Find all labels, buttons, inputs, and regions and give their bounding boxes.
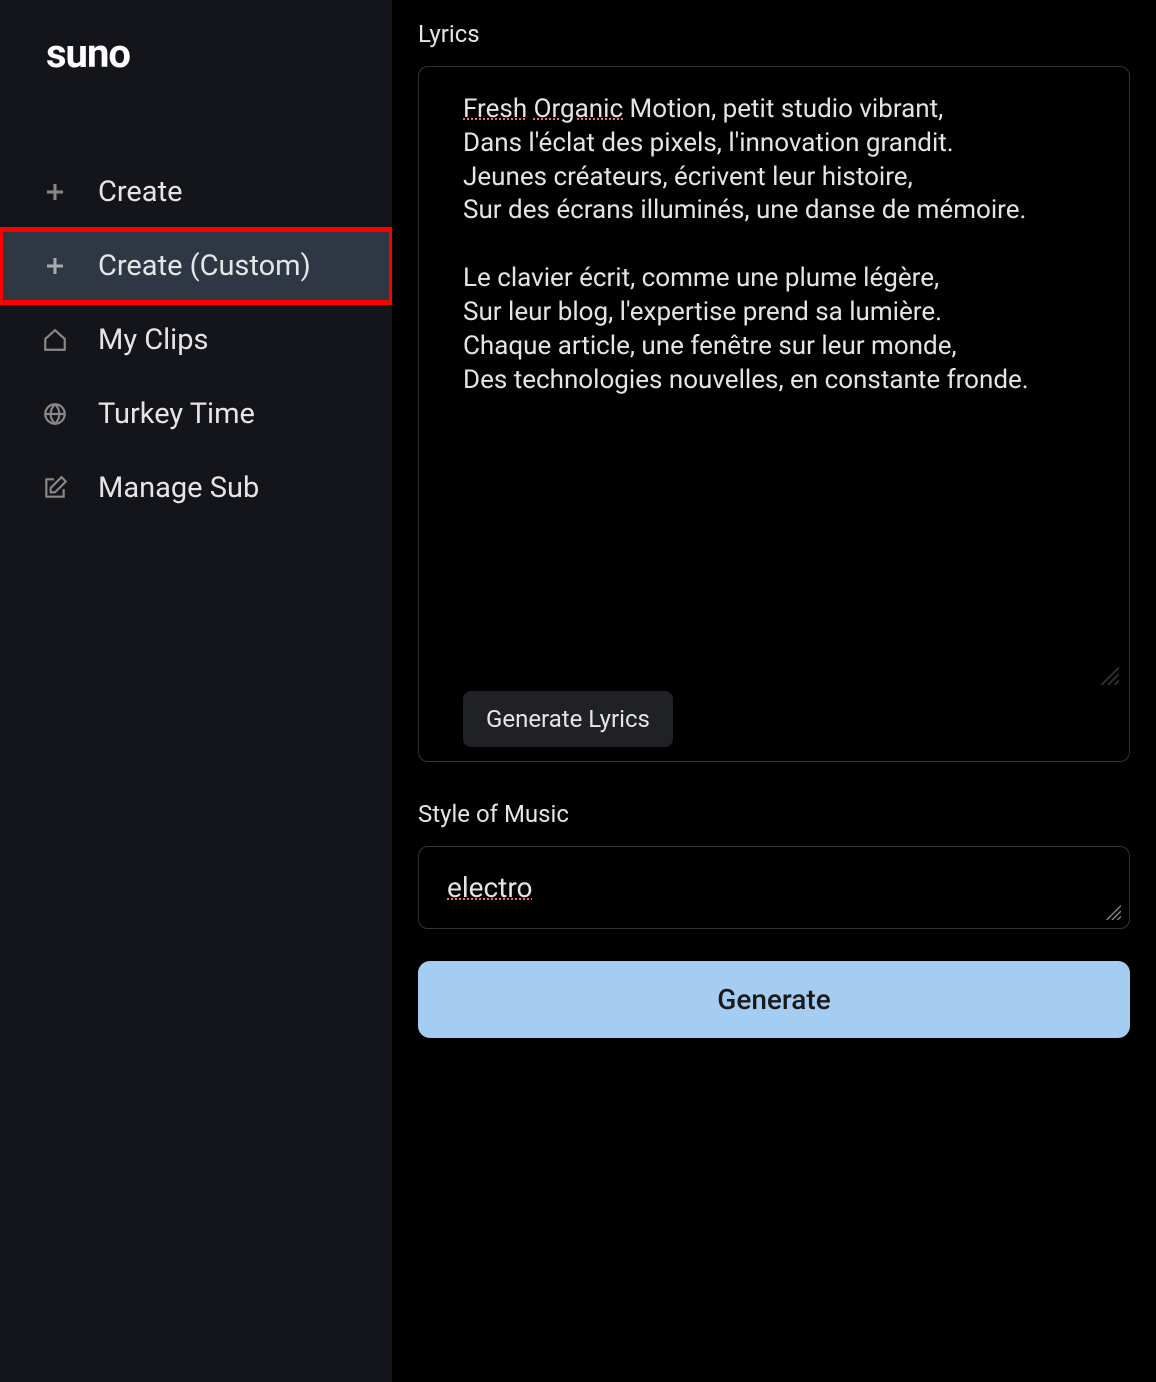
lyrics-box: Fresh Organic Motion, petit studio vibra… [418, 66, 1130, 762]
edit-icon [40, 473, 70, 503]
style-box: electro [418, 846, 1130, 929]
main-content: Lyrics Fresh Organic Motion, petit studi… [392, 0, 1156, 1382]
plus-icon [40, 177, 70, 207]
sidebar-item-my-clips[interactable]: My Clips [0, 303, 392, 377]
resize-handle[interactable] [1103, 902, 1123, 922]
resize-handle[interactable] [1095, 661, 1119, 685]
sidebar-item-label: Manage Sub [98, 471, 259, 505]
sidebar-item-turkey-time[interactable]: Turkey Time [0, 377, 392, 451]
logo: suno [0, 30, 392, 77]
sidebar-item-create-custom[interactable]: Create (Custom) [0, 229, 392, 303]
sidebar: suno Create Create (Custom) My Clips Tur… [0, 0, 392, 1382]
generate-button[interactable]: Generate [418, 961, 1130, 1038]
spell-word: Organic [534, 94, 624, 124]
sidebar-item-label: My Clips [98, 323, 208, 357]
sidebar-item-label: Create (Custom) [98, 249, 311, 283]
style-label: Style of Music [418, 800, 1130, 828]
style-input[interactable]: electro [447, 871, 1101, 904]
sidebar-item-manage-sub[interactable]: Manage Sub [0, 451, 392, 525]
generate-lyrics-button[interactable]: Generate Lyrics [463, 691, 673, 747]
sidebar-item-label: Create [98, 175, 182, 209]
sidebar-item-label: Turkey Time [98, 397, 255, 431]
globe-icon [40, 399, 70, 429]
home-icon [40, 325, 70, 355]
plus-icon [40, 251, 70, 281]
style-value: electro [447, 871, 533, 904]
lyrics-label: Lyrics [418, 20, 1130, 48]
spell-word: Fresh [463, 94, 527, 124]
lyrics-textarea[interactable]: Fresh Organic Motion, petit studio vibra… [463, 93, 1115, 691]
sidebar-item-create[interactable]: Create [0, 155, 392, 229]
